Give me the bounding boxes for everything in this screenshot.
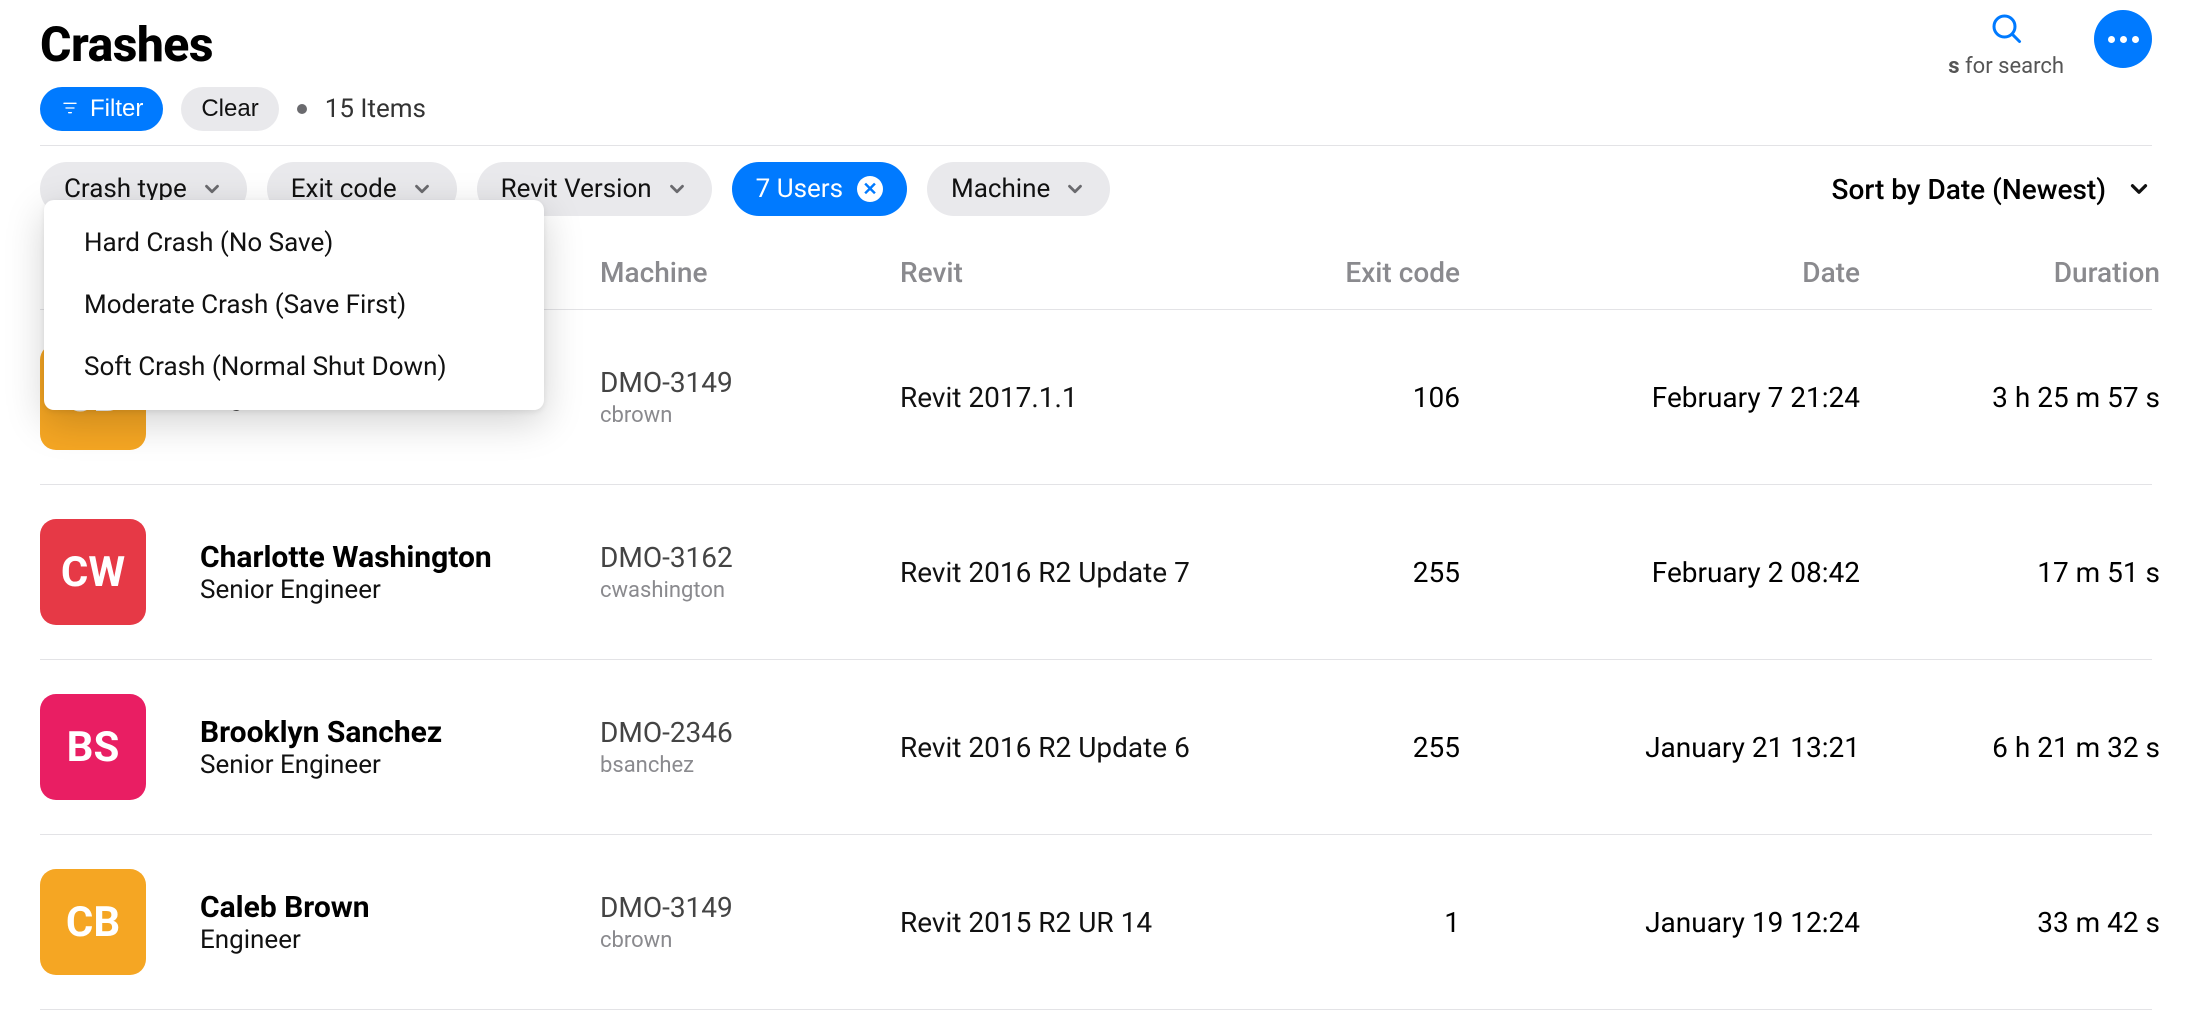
crash-date: February 7 21:24 xyxy=(1460,381,1860,414)
chevron-down-icon xyxy=(666,178,688,200)
filter-row: Filter Clear 15 Items xyxy=(40,87,2152,131)
col-date: Date xyxy=(1460,256,1860,289)
more-button[interactable] xyxy=(2094,10,2152,68)
crash-date: February 2 08:42 xyxy=(1460,556,1860,589)
machine-id: DMO-3162 xyxy=(600,541,900,574)
chevron-down-icon xyxy=(201,178,223,200)
search-block[interactable]: s for search xyxy=(1948,10,2064,79)
avatar: BS xyxy=(40,694,146,800)
sort-dropdown[interactable]: Sort by Date (Newest) xyxy=(1832,173,2152,206)
revit-version: Revit 2016 R2 Update 6 xyxy=(900,731,1260,764)
header: Crashes s for search xyxy=(40,10,2152,79)
avatar: CB xyxy=(40,869,146,975)
machine-user: cbrown xyxy=(600,928,900,953)
chevron-down-icon xyxy=(411,178,433,200)
machine-id: DMO-3149 xyxy=(600,366,900,399)
user-name: Caleb Brown xyxy=(200,890,600,925)
machine-user: bsanchez xyxy=(600,753,900,778)
col-machine: Machine xyxy=(600,256,900,289)
separator-dot xyxy=(297,104,307,114)
user-cell: Brooklyn Sanchez Senior Engineer xyxy=(200,715,600,780)
exit-code: 106 xyxy=(1260,381,1460,414)
crash-duration: 3 h 25 m 57 s xyxy=(1860,381,2160,414)
machine-user: cbrown xyxy=(600,403,900,428)
crash-duration: 33 m 42 s xyxy=(1860,906,2160,939)
exit-code: 255 xyxy=(1260,731,1460,764)
table-row[interactable]: CB Caleb Brown Engineer DMO-3149 cbrown … xyxy=(40,835,2152,1010)
dropdown-item-soft-crash[interactable]: Soft Crash (Normal Shut Down) xyxy=(44,336,544,398)
dot-icon xyxy=(2108,36,2115,43)
crash-date: January 19 12:24 xyxy=(1460,906,1860,939)
filter-button[interactable]: Filter xyxy=(40,87,163,131)
machine-cell: DMO-2346 bsanchez xyxy=(600,716,900,778)
user-role: Senior Engineer xyxy=(200,750,600,780)
user-cell: Caleb Brown Engineer xyxy=(200,890,600,955)
machine-cell: DMO-3162 cwashington xyxy=(600,541,900,603)
machine-id: DMO-2346 xyxy=(600,716,900,749)
exit-code: 255 xyxy=(1260,556,1460,589)
dot-icon xyxy=(2132,36,2139,43)
filter-label: Filter xyxy=(90,95,143,123)
revit-version: Revit 2016 R2 Update 7 xyxy=(900,556,1260,589)
user-name: Charlotte Washington xyxy=(200,540,600,575)
machine-cell: DMO-3149 cbrown xyxy=(600,891,900,953)
avatar-cell: CB xyxy=(40,869,200,975)
user-cell: Charlotte Washington Senior Engineer xyxy=(200,540,600,605)
chevron-down-icon xyxy=(1064,178,1086,200)
avatar-cell: BS xyxy=(40,694,200,800)
table-row[interactable]: CW Charlotte Washington Senior Engineer … xyxy=(40,485,2152,660)
dot-icon xyxy=(2120,36,2127,43)
revit-version: Revit 2017.1.1 xyxy=(900,381,1260,414)
avatar-cell: CW xyxy=(40,519,200,625)
user-role: Senior Engineer xyxy=(200,575,600,605)
dropdown-item-moderate-crash[interactable]: Moderate Crash (Save First) xyxy=(44,274,544,336)
search-icon xyxy=(1988,10,2024,50)
search-hint: s for search xyxy=(1948,54,2064,79)
machine-cell: DMO-3149 cbrown xyxy=(600,366,900,428)
items-count: 15 Items xyxy=(325,94,426,124)
user-role: Engineer xyxy=(200,925,600,955)
exit-code: 1 xyxy=(1260,906,1460,939)
page-title: Crashes xyxy=(40,16,213,73)
machine-id: DMO-3149 xyxy=(600,891,900,924)
crash-duration: 17 m 51 s xyxy=(1860,556,2160,589)
filter-icon xyxy=(60,95,80,123)
clear-label: Clear xyxy=(201,95,258,123)
col-exit: Exit code xyxy=(1260,256,1460,289)
chip-users[interactable]: 7 Users ✕ xyxy=(732,162,907,216)
col-revit: Revit xyxy=(900,256,1260,289)
divider xyxy=(40,145,2152,146)
table-row[interactable]: BS Brooklyn Sanchez Senior Engineer DMO-… xyxy=(40,660,2152,835)
user-name: Brooklyn Sanchez xyxy=(200,715,600,750)
crash-date: January 21 13:21 xyxy=(1460,731,1860,764)
clear-button[interactable]: Clear xyxy=(181,87,278,131)
chevron-down-icon xyxy=(2126,176,2152,202)
dropdown-item-hard-crash[interactable]: Hard Crash (No Save) xyxy=(44,212,544,274)
col-duration: Duration xyxy=(1860,256,2160,289)
header-actions: s for search xyxy=(1948,10,2152,79)
chip-machine[interactable]: Machine xyxy=(927,162,1110,216)
machine-user: cwashington xyxy=(600,578,900,603)
revit-version: Revit 2015 R2 UR 14 xyxy=(900,906,1260,939)
avatar: CW xyxy=(40,519,146,625)
crash-duration: 6 h 21 m 32 s xyxy=(1860,731,2160,764)
sort-label: Sort by Date (Newest) xyxy=(1832,173,2106,206)
close-icon[interactable]: ✕ xyxy=(857,176,883,202)
crash-type-dropdown: Hard Crash (No Save) Moderate Crash (Sav… xyxy=(44,200,544,410)
